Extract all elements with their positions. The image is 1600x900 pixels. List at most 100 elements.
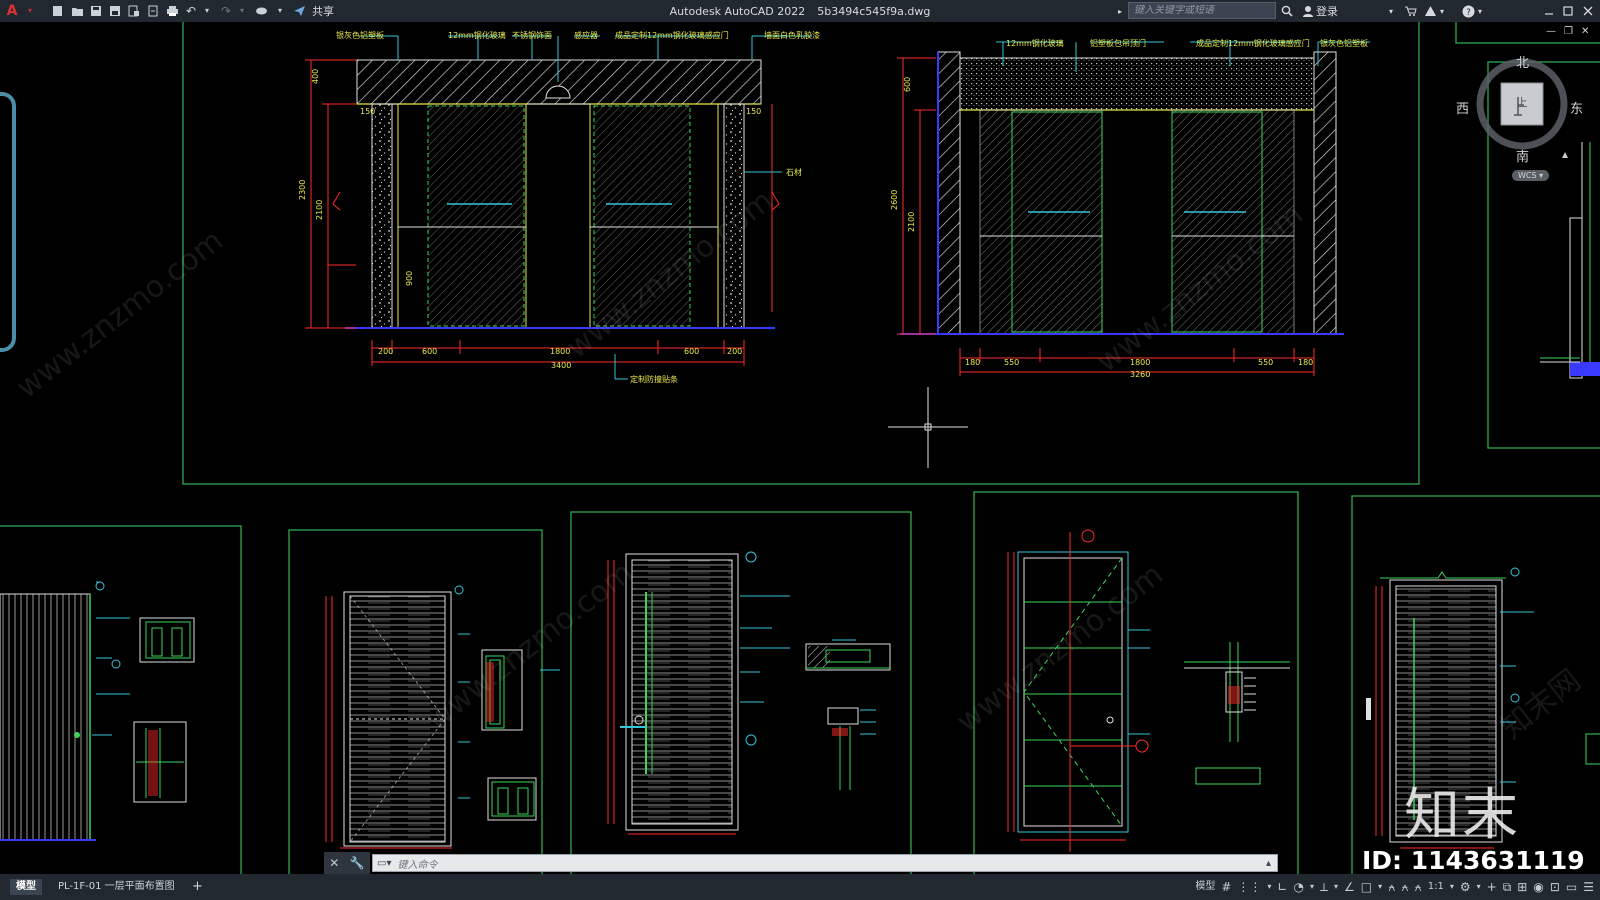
watermark-id: ID: 1143631119 xyxy=(1362,846,1585,875)
dim2-bottom-2: 550 xyxy=(1004,358,1019,367)
help-dropdown-icon[interactable]: ▾ xyxy=(1478,0,1482,22)
share-icon[interactable] xyxy=(291,3,307,19)
redo-icon[interactable]: ↷ xyxy=(218,3,234,19)
drawing-window-controls: — ❐ ✕ xyxy=(1546,26,1589,37)
command-history-icon[interactable]: ▴ xyxy=(1266,858,1271,869)
drawing-svg[interactable]: 400 2300 2100 900 150 150 200 600 1800 6… xyxy=(0,22,1600,874)
dim2-left-2: 2600 xyxy=(890,190,899,210)
units-icon[interactable]: ⧉ xyxy=(1503,881,1512,893)
undo-icon[interactable]: ↶ xyxy=(183,3,199,19)
redo-dropdown-icon[interactable]: ▾ xyxy=(234,3,250,19)
help-icon[interactable]: ? xyxy=(1462,0,1475,22)
object-snap-tracking-icon[interactable]: ∠ xyxy=(1344,881,1355,893)
save-web-icon[interactable] xyxy=(145,3,161,19)
scale-dropdown-icon[interactable]: ▾ xyxy=(1450,883,1454,891)
dim-left-4: 900 xyxy=(405,271,414,286)
model-space-button[interactable]: 模型 xyxy=(1195,882,1215,892)
polar-dropdown-icon[interactable]: ▾ xyxy=(1310,883,1314,891)
isodraft-icon[interactable]: ⟂ xyxy=(1320,881,1328,893)
ortho-icon[interactable]: ∟ xyxy=(1277,881,1287,893)
drawing-area[interactable]: 400 2300 2100 900 150 150 200 600 1800 6… xyxy=(0,22,1600,874)
viewcube-north[interactable]: 北 xyxy=(1516,52,1529,71)
isolate-objects-icon[interactable]: ◉ xyxy=(1533,881,1543,893)
minimize-icon[interactable] xyxy=(1543,0,1555,22)
object-snap-dropdown-icon[interactable]: ▾ xyxy=(1378,883,1382,891)
plot-icon[interactable] xyxy=(164,3,180,19)
auto-scale-icon[interactable]: ⍲ xyxy=(1401,881,1408,893)
open-web-icon[interactable] xyxy=(126,3,142,19)
clean-screen-icon[interactable]: ▭ xyxy=(1566,881,1577,893)
quick-access-toolbar: A ▾ ↶ ▾ ↷ ▾ ▾ 共享 xyxy=(4,0,334,22)
collapsed-palette[interactable] xyxy=(0,92,16,352)
label2-4: 银灰色铝塑板 xyxy=(1320,38,1368,48)
drawing-close-icon[interactable]: ✕ xyxy=(1581,26,1589,37)
undo-dropdown-icon[interactable]: ▾ xyxy=(199,3,215,19)
label-7: 石材 xyxy=(786,167,802,177)
viewcube-top-face[interactable]: 上 xyxy=(1514,94,1530,110)
status-bar: 模型 PL-1F-01 一层平面布置图 + 模型 # ⋮⋮ ▾ ∟ ◔ ▾ ⟂ … xyxy=(0,874,1600,900)
tab-layout[interactable]: PL-1F-01 一层平面布置图 xyxy=(52,879,181,895)
command-settings-icon[interactable]: 🔧 xyxy=(350,856,365,870)
tab-model[interactable]: 模型 xyxy=(10,879,42,895)
annotation-scale-value[interactable]: 1:1 xyxy=(1428,882,1444,892)
label-8: 定制防撞贴条 xyxy=(630,374,678,384)
polar-icon[interactable]: ◔ xyxy=(1293,881,1303,893)
viewcube[interactable]: 北 南 东 西 上 WCS ▾ xyxy=(1456,52,1583,202)
save-icon[interactable] xyxy=(88,3,104,19)
dim2-left-3: 2100 xyxy=(907,212,916,232)
login-label[interactable]: 登录 xyxy=(1316,0,1338,22)
label-1: 银灰色铝塑板 xyxy=(336,30,384,40)
search-expand-icon[interactable]: ▸ xyxy=(1118,0,1122,22)
viewcube-south[interactable]: 南 xyxy=(1516,146,1529,165)
wcs-menu[interactable]: WCS ▾ xyxy=(1512,170,1550,181)
autodesk-a360-icon[interactable] xyxy=(1424,0,1437,22)
customization-menu-icon[interactable]: ☰ xyxy=(1583,881,1594,893)
isodraft-dropdown-icon[interactable]: ▾ xyxy=(1334,883,1338,891)
command-recent-icon[interactable]: ▭▾ xyxy=(377,858,391,869)
quick-properties-icon[interactable]: ⊞ xyxy=(1517,881,1527,893)
command-close-icon[interactable]: ✕ xyxy=(329,856,339,870)
svg-text:?: ? xyxy=(1466,8,1471,18)
dim2-left-1: 600 xyxy=(903,77,912,92)
snap-icon[interactable]: ⋮⋮ xyxy=(1237,881,1261,893)
search-icon[interactable] xyxy=(1281,0,1293,22)
snap-dropdown-icon[interactable]: ▾ xyxy=(1267,883,1271,891)
save-as-icon[interactable] xyxy=(107,3,123,19)
cart-icon[interactable] xyxy=(1404,0,1417,22)
viewcube-west[interactable]: 西 xyxy=(1456,98,1469,117)
help-search-input[interactable]: 键入关键字或短语 xyxy=(1128,2,1276,19)
annotation-scale-icon[interactable]: ⍲ xyxy=(1415,881,1422,893)
workspace-gear-icon[interactable]: ⚙ xyxy=(1460,881,1471,893)
dim-left-1: 400 xyxy=(311,69,320,84)
header-perforated-panel xyxy=(959,57,1315,111)
annotation-monitor-icon[interactable]: + xyxy=(1487,881,1497,893)
dim-small-1: 150 xyxy=(360,107,375,116)
maximize-icon[interactable] xyxy=(1562,0,1574,22)
app-menu-arrow-icon[interactable]: ▾ xyxy=(22,3,38,19)
command-input[interactable]: ▭▾ 键入命令 ▴ xyxy=(372,854,1278,872)
share-label[interactable]: 共享 xyxy=(312,3,334,19)
grid-icon[interactable]: # xyxy=(1221,881,1231,893)
object-snap-icon[interactable]: □ xyxy=(1361,881,1372,893)
annotation-visibility-icon[interactable]: ⍲ xyxy=(1388,881,1395,893)
label2-3: 成品定制12mm钢化玻璃感应门 xyxy=(1196,38,1310,48)
workspace-dropdown-icon[interactable]: ▾ xyxy=(1477,883,1481,891)
a360-dropdown-icon[interactable]: ▾ xyxy=(1440,0,1444,22)
drawing-minimize-icon[interactable]: — xyxy=(1546,26,1556,37)
add-layout-button[interactable]: + xyxy=(186,879,209,895)
file-name: 5b3494c545f9a.dwg xyxy=(817,4,931,18)
new-file-icon[interactable] xyxy=(50,3,66,19)
label2-1: 12mm钢化玻璃 xyxy=(1006,38,1064,48)
user-icon[interactable] xyxy=(1302,0,1314,22)
open-file-icon[interactable] xyxy=(69,3,85,19)
customize-qat-icon[interactable]: ▾ xyxy=(272,3,288,19)
hardware-acceleration-icon[interactable]: ⊡ xyxy=(1550,881,1560,893)
dim-bottom-2: 600 xyxy=(422,347,437,356)
workspace-icon[interactable] xyxy=(253,3,269,19)
viewcube-east[interactable]: 东 xyxy=(1570,98,1583,117)
dim-small-2: 150 xyxy=(746,107,761,116)
close-icon[interactable] xyxy=(1582,0,1594,22)
drawing-restore-icon[interactable]: ❐ xyxy=(1564,26,1573,37)
login-dropdown-icon[interactable]: ▾ xyxy=(1389,0,1393,22)
autocad-logo-icon[interactable]: A xyxy=(4,3,20,19)
